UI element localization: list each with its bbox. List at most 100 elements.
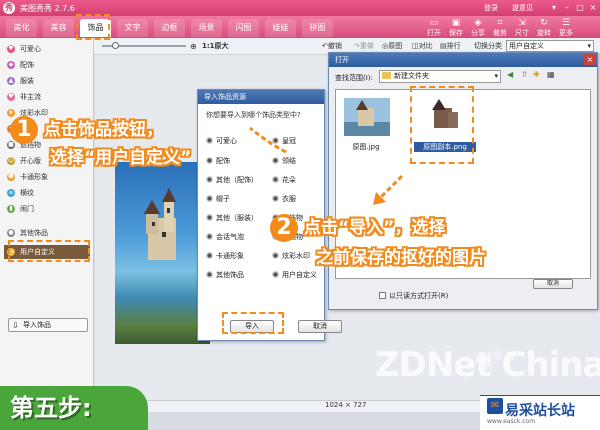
open-button[interactable]: ▭ 打开 (424, 17, 444, 38)
radio-option[interactable]: 其他饰品 (206, 270, 244, 280)
original-button[interactable]: ◎原图 (382, 41, 402, 52)
category-item[interactable]: ≡ 横纹 (4, 186, 90, 200)
file-name[interactable]: 原图.jpg (336, 142, 396, 152)
zoom-in-icon[interactable]: ⊕ (190, 41, 197, 52)
radio-icon (206, 214, 213, 221)
crop-icon: ⌗ (497, 18, 503, 28)
radio-option[interactable]: 卡通形象 (206, 251, 244, 261)
maximize-icon[interactable]: □ (574, 2, 586, 13)
zoom-slider-handle[interactable] (112, 42, 119, 49)
category-item[interactable]: ♥ 可爱心 (4, 42, 90, 56)
more-icon: ☰ (561, 18, 571, 28)
minimize-icon[interactable]: – (561, 2, 573, 13)
category-item[interactable]: ▮ 闹门 (4, 202, 90, 216)
category-item[interactable]: ♥ 非主流 (4, 90, 90, 104)
radio-icon (206, 271, 213, 278)
radio-icon (206, 195, 213, 202)
radio-option[interactable]: 衣服 (272, 194, 296, 204)
up-folder-icon[interactable]: ⇧ (521, 70, 528, 79)
open-dialog-title: 打开 (329, 53, 597, 67)
category-item[interactable]: ● 其他饰品 (4, 226, 90, 240)
share-button[interactable]: ◈ 分享 (468, 17, 488, 38)
file-thumbnail[interactable] (344, 98, 390, 136)
radio-icon (272, 252, 279, 259)
radio-option-custom[interactable]: 用户自定义 (272, 270, 317, 280)
rotate-button[interactable]: ↻ 旋转 (534, 17, 554, 38)
undo-button[interactable]: ↶撤销 (322, 41, 342, 52)
feedback-link[interactable]: 提意见 (512, 3, 533, 13)
import-decoration-button[interactable]: ⇩ 导入饰品 (8, 318, 88, 332)
cancel-button[interactable]: 取消 (533, 279, 573, 289)
back-icon[interactable]: ◀ (507, 70, 513, 79)
annotation-2-line2: 之前保存的抠好的图片 (316, 248, 486, 268)
category-item[interactable]: ☻ 卡通形象 (4, 170, 90, 184)
radio-option[interactable]: 花朵 (272, 175, 296, 185)
tab-scenes[interactable]: 场景 (191, 19, 222, 37)
tab-beauty[interactable]: 美容 (43, 19, 74, 37)
canvas-size-readout: 1024 × 727 (325, 401, 367, 409)
stripe-icon: ≡ (7, 189, 15, 197)
brand-name: 易采站长站 (505, 403, 575, 419)
radio-icon (272, 176, 279, 183)
checkbox-icon (379, 292, 386, 299)
rotate-icon: ↻ (540, 18, 548, 28)
chevron-down-icon: ▾ (587, 42, 591, 50)
import-dialog-title: 导入饰品资源 (198, 90, 324, 104)
look-in-select[interactable]: 新建文件夹 ▾ (379, 70, 501, 83)
ranking-button[interactable]: ▤排行 (440, 41, 461, 52)
annotation-1-line2: 选择“用户自定义” (50, 148, 192, 168)
radio-option[interactable]: 会话气泡 (206, 232, 244, 242)
cartoon-icon: ☻ (7, 173, 15, 181)
cancel-button[interactable]: 取消 (298, 320, 342, 333)
tab-text[interactable]: 文字 (117, 19, 148, 37)
zoom-actual-size[interactable]: 1:1原大 (202, 41, 229, 52)
tab-beautify[interactable]: 美化 (6, 19, 37, 37)
folder-icon (382, 72, 391, 79)
radio-option[interactable]: 帽子 (206, 194, 230, 204)
readonly-checkbox[interactable]: 以只读方式打开(R) (379, 291, 448, 301)
login-link[interactable]: 登录 (484, 3, 498, 13)
radio-option[interactable]: 其他（配饰） (206, 175, 258, 185)
close-icon[interactable]: × (587, 2, 599, 13)
redo-button[interactable]: ↷重做 (354, 41, 374, 52)
save-button[interactable]: ▣ 保存 (446, 17, 466, 38)
tab-dolls[interactable]: 娃娃 (265, 19, 296, 37)
view-menu-icon[interactable]: ▦ (547, 70, 555, 79)
radio-option[interactable]: 炫彩水印 (272, 251, 310, 261)
more-button[interactable]: ☰ 更多 (556, 17, 576, 38)
close-icon[interactable]: × (584, 54, 596, 65)
category-select[interactable]: 用户自定义 ▾ (506, 40, 594, 52)
highlight-selected-file (410, 86, 474, 164)
radio-option[interactable]: 领结 (272, 156, 296, 166)
tab-collage[interactable]: 拼图 (302, 19, 333, 37)
category-switch-label: 切换分类 (474, 42, 502, 50)
category-item[interactable]: ◆ 配饰 (4, 58, 90, 72)
category-item[interactable]: ▲ 服装 (4, 74, 90, 88)
brand-logo-icon: ✉ (487, 398, 503, 414)
save-icon: ▣ (451, 18, 461, 28)
highlight-import-button (222, 312, 284, 334)
heart-icon: ♥ (7, 45, 15, 53)
tab-flash[interactable]: 闪图 (228, 19, 259, 37)
radio-icon (206, 252, 213, 259)
radio-icon (206, 137, 213, 144)
compare-button[interactable]: ◫对比 (412, 41, 433, 52)
door-icon: ▮ (7, 205, 15, 213)
new-folder-icon[interactable]: ✚ (533, 70, 540, 79)
resize-button[interactable]: ⇲ 尺寸 (512, 17, 532, 38)
menu-icon[interactable]: ▾ (548, 2, 560, 13)
share-icon: ◈ (474, 18, 482, 28)
folder-icon: ▭ (429, 18, 439, 28)
radio-icon (272, 271, 279, 278)
happy-icon: ☺ (7, 157, 15, 165)
radio-icon (206, 157, 213, 164)
crop-button[interactable]: ⌗ 裁剪 (490, 17, 510, 38)
tab-frames[interactable]: 边框 (154, 19, 185, 37)
step-badge-2: 2 (270, 214, 298, 242)
radio-option[interactable]: 可爱心 (206, 136, 237, 146)
clothing-icon: ▲ (7, 77, 15, 85)
radio-option[interactable]: 配饰 (206, 156, 230, 166)
arrow-to-tab-icon (249, 126, 287, 154)
radio-option[interactable]: 其他（服装） (206, 213, 258, 223)
category-panel: ♥可爱心 ◆配饰 ▲服装 ♥非主流 ★炫彩水印 ✦烟花 ■遮挡物 ☺开心版 ☻卡… (0, 38, 94, 430)
